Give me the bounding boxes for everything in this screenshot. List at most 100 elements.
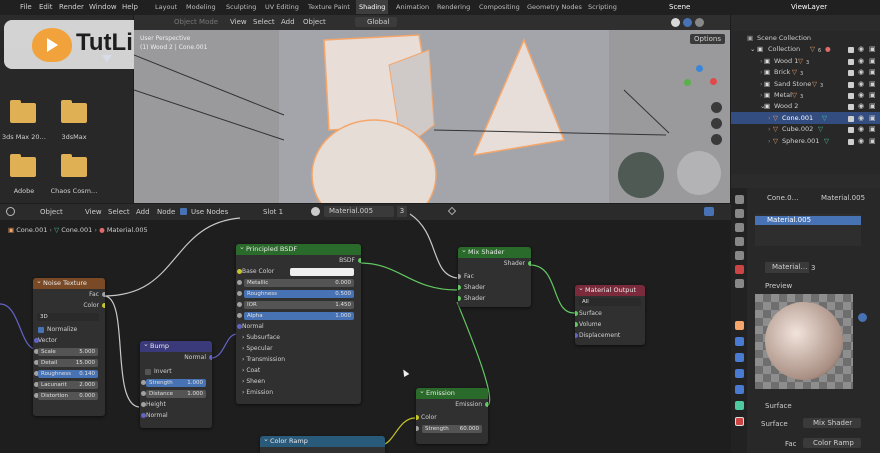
visibility-checkbox[interactable] (848, 70, 854, 76)
roughness-field[interactable]: Roughness 0.500 (244, 289, 354, 298)
socket-color[interactable] (416, 415, 419, 420)
fac-input-field[interactable]: Color Ramp (803, 438, 861, 448)
socket-bsdf[interactable] (358, 258, 361, 263)
material-users[interactable]: 3 (811, 264, 815, 272)
tab-animation[interactable]: Animation (396, 0, 429, 14)
bump-node[interactable]: Bump Normal Invert Strength1.000 Distanc… (140, 341, 212, 428)
socket-emission[interactable] (485, 402, 488, 407)
color-ramp-node[interactable]: Color Ramp (260, 436, 385, 453)
constraints-icon[interactable] (735, 385, 744, 394)
panel-coat[interactable]: › Coat (242, 365, 260, 376)
material-select-field[interactable]: Material… (765, 262, 809, 273)
tab-texture-paint[interactable]: Texture Paint (308, 0, 350, 14)
menu-file[interactable]: File (20, 0, 32, 14)
outliner-row[interactable]: › ▣ Wood 1 ▽ 3 ◉ ▣ (732, 56, 880, 68)
visibility-checkbox[interactable] (848, 104, 854, 110)
camera-icon[interactable]: ▣ (869, 44, 876, 56)
node-header[interactable]: Material Output (575, 285, 645, 296)
menu-view[interactable]: View (230, 18, 247, 26)
menu-help[interactable]: Help (122, 0, 138, 14)
invert-checkbox[interactable] (145, 369, 151, 375)
outliner-row[interactable]: ⌄ ▣ Collection ▽ 6 ● ◉ ▣ (732, 44, 880, 56)
panel-specular[interactable]: › Specular (242, 343, 273, 354)
visibility-checkbox[interactable] (848, 93, 854, 99)
socket-input[interactable] (237, 291, 242, 296)
eye-icon[interactable]: ◉ (858, 90, 864, 102)
camera-icon[interactable]: ▣ (869, 56, 876, 68)
socket-strength[interactable] (416, 426, 419, 431)
camera-icon[interactable]: ▣ (869, 67, 876, 79)
zoom-icon[interactable] (711, 102, 722, 113)
socket-fac[interactable] (458, 274, 461, 279)
visibility-checkbox[interactable] (848, 47, 854, 53)
eye-icon[interactable]: ◉ (858, 101, 864, 113)
emission-node[interactable]: Emission Emission Color Strength60.000 (416, 388, 488, 444)
viewport-3d[interactable]: Object Mode View Select Add Object Globa… (134, 15, 730, 203)
material-slot-list[interactable]: Material.005 (755, 214, 861, 246)
menu-object[interactable]: Object (303, 18, 326, 26)
panel-sheen[interactable]: › Sheen (242, 376, 265, 387)
lacunarity-field[interactable]: Lacunarit 2.000 (38, 380, 98, 389)
scene-icon[interactable] (735, 251, 744, 260)
mix-shader-node[interactable]: Mix Shader Shader Fac Shader Shader (458, 247, 531, 307)
camera-icon[interactable]: ▣ (869, 113, 876, 125)
hand-icon[interactable] (711, 118, 722, 129)
tab-geometry-nodes[interactable]: Geometry Nodes (527, 0, 582, 14)
ior-field[interactable]: IOR 1.450 (244, 300, 354, 309)
shading-material-icon[interactable] (683, 18, 692, 27)
data-icon[interactable] (735, 401, 744, 410)
distortion-field[interactable]: Distortion 0.000 (38, 391, 98, 400)
eye-icon[interactable]: ◉ (858, 67, 864, 79)
menu-select[interactable]: Select (253, 18, 275, 26)
tab-compositing[interactable]: Compositing (479, 0, 520, 14)
camera-icon[interactable]: ▣ (869, 79, 876, 91)
menu-render[interactable]: Render (59, 0, 84, 14)
socket-input[interactable] (237, 280, 242, 285)
eye-icon[interactable]: ◉ (858, 79, 864, 91)
outliner-row[interactable]: ⌄ ▣ Wood 2 ◉ ▣ (732, 101, 880, 113)
modifier-icon[interactable] (735, 337, 744, 346)
node-header[interactable]: Bump (140, 341, 212, 352)
world-icon[interactable] (735, 265, 744, 274)
socket-shader[interactable] (458, 296, 461, 301)
collection-icon[interactable] (735, 279, 744, 288)
visibility-checkbox[interactable] (848, 139, 854, 145)
strength-field[interactable]: Strength 1.000 (146, 378, 206, 387)
folder-icon[interactable] (61, 100, 87, 123)
surface-shader-field[interactable]: Mix Shader (803, 418, 861, 428)
socket-shader-out[interactable] (528, 261, 531, 266)
menu-edit[interactable]: Edit (39, 0, 53, 14)
outliner-row[interactable]: ▣ Scene Collection (732, 33, 880, 45)
base-color-swatch[interactable] (290, 268, 354, 276)
visibility-checkbox[interactable] (848, 59, 854, 65)
principled-bsdf-node[interactable]: Principled BSDF BSDF Base Color Metallic… (236, 244, 361, 404)
shading-solid-icon[interactable] (671, 18, 680, 27)
socket-displacement[interactable] (575, 333, 578, 338)
eye-icon[interactable]: ◉ (858, 44, 864, 56)
preview-sphere-icon[interactable] (858, 313, 867, 322)
socket-volume[interactable] (575, 322, 578, 327)
tab-scripting[interactable]: Scripting (588, 0, 617, 14)
folder-icon[interactable] (61, 154, 87, 177)
outliner-row[interactable]: › ▣ Sand Stone ▽ 3 ◉ ▣ (732, 79, 880, 91)
menu-window[interactable]: Window (89, 0, 117, 14)
tool-icon[interactable] (735, 195, 744, 204)
scene-label[interactable]: Scene (669, 0, 690, 14)
distance-field[interactable]: Distance 1.000 (146, 389, 206, 398)
view-layer-icon[interactable] (735, 237, 744, 246)
scale-field[interactable]: Scale 5.000 (38, 347, 98, 356)
eye-icon[interactable]: ◉ (858, 124, 864, 136)
tab-sculpting[interactable]: Sculpting (226, 0, 256, 14)
outliner-row[interactable]: › ▽ Sphere.001 ▽ ◉ ▣ (732, 136, 880, 148)
strength-field[interactable]: Strength 60.000 (422, 424, 482, 433)
physics-icon[interactable] (735, 369, 744, 378)
dimensions-dropdown[interactable]: 3D (37, 313, 99, 321)
panel-subsurface[interactable]: › Subsurface (242, 332, 280, 343)
mode-select[interactable]: Object Mode (174, 18, 218, 26)
tab-rendering[interactable]: Rendering (437, 0, 470, 14)
node-header[interactable]: Emission (416, 388, 488, 399)
node-header[interactable]: Noise Texture (33, 278, 105, 289)
surface-panel-header[interactable]: Surface (755, 401, 861, 412)
tab-modeling[interactable]: Modeling (186, 0, 216, 14)
node-editor[interactable]: Object View Select Add Node Use Nodes Sl… (0, 204, 731, 453)
